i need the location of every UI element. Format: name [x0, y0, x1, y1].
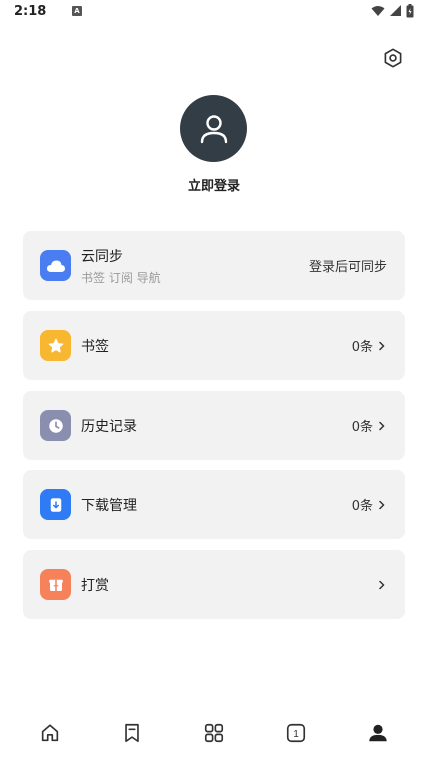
history-count: 0条: [351, 420, 373, 435]
user-icon: [200, 114, 227, 143]
bottom-tab-bar: 1: [0, 705, 428, 760]
tab-tabs[interactable]: 1: [284, 721, 308, 745]
status-icons: [371, 4, 414, 18]
card-status: 0条: [352, 391, 387, 460]
tab-home[interactable]: [38, 721, 62, 745]
clock-icon: [40, 410, 71, 441]
wifi-icon: [371, 6, 385, 16]
chevron-right-icon: [379, 580, 385, 589]
card-title: 书签: [81, 339, 109, 355]
card-status: [377, 550, 387, 619]
card-status: 登录后可同步: [309, 231, 387, 300]
home-icon: [41, 724, 59, 742]
tab-count: 1: [293, 729, 299, 740]
download-count: 0条: [351, 499, 373, 514]
a-badge-icon: A: [72, 6, 82, 16]
hexagon-settings-icon: [384, 48, 402, 68]
chevron-right-icon: [379, 500, 385, 509]
card-title: 历史记录: [81, 419, 137, 435]
battery-icon: [406, 4, 414, 18]
status-bar: 2:18 A: [0, 0, 428, 26]
cloud-icon: [40, 250, 71, 281]
settings-button[interactable]: [380, 45, 406, 71]
avatar[interactable]: [180, 95, 247, 162]
card-subtitle: 书签 订阅 导航: [81, 271, 161, 285]
history-card[interactable]: 历史记录 0条: [23, 391, 405, 460]
tab-count-icon: 1: [286, 723, 306, 743]
download-icon: [40, 489, 71, 520]
star-icon: [40, 330, 71, 361]
signal-icon: [390, 5, 401, 16]
bookmark-count: 0条: [351, 340, 373, 355]
cloud-sync-card[interactable]: 云同步 书签 订阅 导航 登录后可同步: [23, 231, 405, 300]
tab-apps[interactable]: [202, 721, 226, 745]
status-time: 2:18: [14, 4, 47, 19]
chevron-right-icon: [379, 341, 385, 350]
grid-icon: [204, 723, 224, 743]
gift-icon: [40, 569, 71, 600]
tab-profile[interactable]: [366, 721, 390, 745]
card-title: 云同步: [81, 249, 123, 265]
reward-card[interactable]: 打赏: [23, 550, 405, 619]
tab-bookmark[interactable]: [120, 721, 144, 745]
card-title: 下载管理: [81, 498, 137, 514]
sync-status-label: 登录后可同步: [308, 260, 387, 275]
card-status: 0条: [352, 470, 387, 539]
downloads-card[interactable]: 下载管理 0条: [23, 470, 405, 539]
bookmarks-card[interactable]: 书签 0条: [23, 311, 405, 380]
card-status: 0条: [352, 311, 387, 380]
user-filled-icon: [369, 724, 387, 742]
chevron-right-icon: [379, 421, 385, 430]
card-title: 打赏: [81, 578, 109, 594]
bookmark-icon: [125, 723, 139, 743]
login-link[interactable]: 立即登录: [0, 175, 428, 194]
